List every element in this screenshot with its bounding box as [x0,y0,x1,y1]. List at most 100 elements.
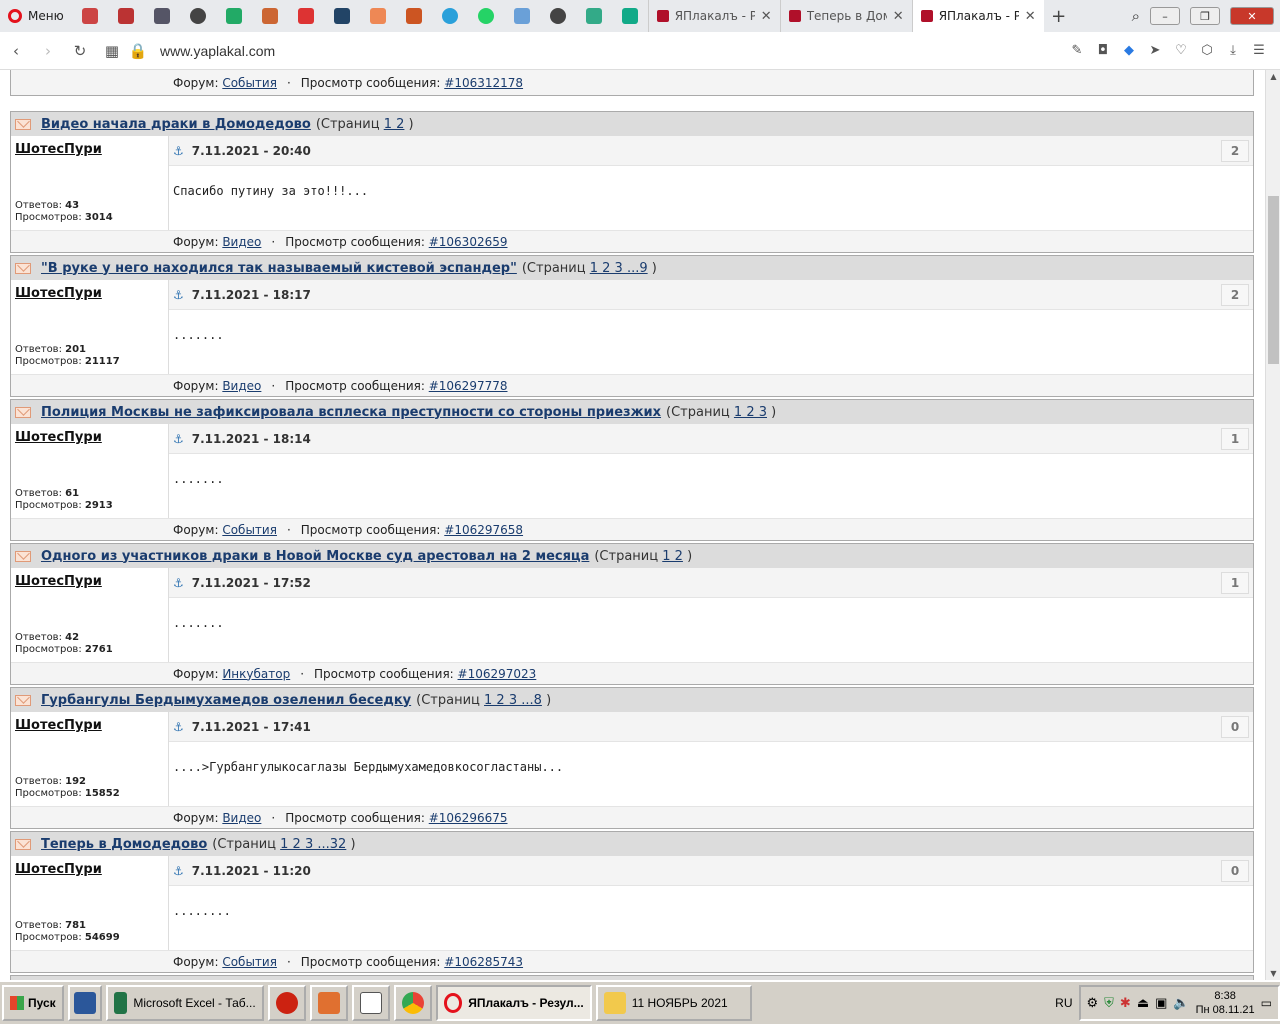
globe-icon[interactable] [549,8,566,24]
page-links[interactable]: 1 2 3 ...32 [280,837,346,852]
start-button[interactable]: Пуск [2,985,64,1021]
tab-yaplakal-results-active[interactable]: ЯПлакалъ - Рез ✕ [911,0,1044,32]
page-links[interactable]: 1 2 3 ...9 [590,261,648,276]
message-id-link[interactable]: #106297658 [444,523,523,537]
post-title-link[interactable]: "В руке у него находился так называемый … [41,261,517,276]
anchor-icon[interactable]: ⚓ [173,720,184,734]
post-title-link[interactable]: Видео начала драки в Домодедово [41,117,311,132]
author-link[interactable]: ШотесПури [15,286,164,301]
taskbar-item-folder[interactable]: 11 НОЯБРЬ 2021 [595,985,752,1021]
message-id-link[interactable]: #106296675 [429,811,508,825]
volume-icon[interactable]: 🔈 [1173,995,1189,1011]
forum-link[interactable]: События [222,523,277,537]
anchor-icon[interactable]: ⚓ [173,576,184,590]
sync-icon[interactable]: ✱ [1120,995,1131,1011]
language-indicator[interactable]: RU [1055,996,1072,1010]
anchor-icon[interactable]: ⚓ [173,864,184,878]
taskbar-item-excel[interactable]: Microsoft Excel - Таб... [105,985,264,1021]
forward-icon[interactable]: › [32,42,64,60]
taskbar-app-button[interactable] [309,985,348,1021]
chrome-app-button[interactable] [393,985,432,1021]
page-links[interactable]: 1 2 3 ...8 [484,693,542,708]
message-id-link[interactable]: #106302659 [429,235,508,249]
page-links[interactable]: 1 2 [662,549,683,564]
word-app-button[interactable] [67,985,102,1021]
calendar-icon[interactable] [81,8,98,24]
emblem-icon[interactable] [261,8,278,24]
message-id-link[interactable]: #106312178 [444,76,523,90]
back-icon[interactable]: ‹ [0,42,32,60]
camera-icon[interactable]: ◘ [1096,43,1110,58]
calculator-icon[interactable] [153,8,170,24]
message-id-link[interactable]: #106285743 [444,955,523,969]
new-tab-icon[interactable]: + [1044,6,1074,27]
forum-link[interactable]: Видео [222,235,261,249]
vertical-scrollbar[interactable]: ▲ ▼ [1265,70,1280,980]
close-window-button[interactable]: ✕ [1230,7,1274,25]
forum-link[interactable]: События [222,76,277,90]
page-links[interactable]: 1 2 [384,117,405,132]
forum-link[interactable]: Инкубатор [222,667,290,681]
heart-icon[interactable]: ♡ [1174,43,1188,58]
author-link[interactable]: ШотесПури [15,718,164,733]
close-tab-icon[interactable]: ✕ [893,9,904,24]
post-title-link[interactable]: Гурбангулы Бердымухамедов озеленил бесед… [41,693,411,708]
forum-link[interactable]: События [222,955,277,969]
mail-icon[interactable] [333,8,350,24]
shop-icon[interactable] [369,8,386,24]
author-link[interactable]: ШотесПури [15,142,164,157]
stack-icon[interactable] [621,8,638,24]
network-icon[interactable]: ⚙ [1087,995,1099,1011]
whatsapp-icon[interactable] [477,8,494,24]
reload-icon[interactable]: ↻ [64,42,96,60]
minimize-button[interactable]: – [1150,7,1180,25]
easy-setup-icon[interactable]: ☰ [1252,43,1266,58]
clock[interactable]: 8:38 Пн 08.11.21 [1196,989,1255,1017]
post-title-link[interactable]: Одного из участников драки в Новой Москв… [41,549,589,564]
send-icon[interactable]: ➤ [1148,43,1162,58]
scroll-up-icon[interactable]: ▲ [1266,72,1280,81]
forum-link[interactable]: Видео [222,379,261,393]
emblem-icon[interactable] [225,8,242,24]
author-link[interactable]: ШотесПури [15,430,164,445]
telegram-icon[interactable] [441,8,458,24]
show-desktop-icon[interactable]: ▭ [1261,996,1272,1010]
post-title-link[interactable]: Теперь в Домодедово [41,837,207,852]
taskbar-item-opera[interactable]: ЯПлакалъ - Резул... [435,985,592,1021]
post-title-link[interactable]: Полиция Москвы не зафиксировала всплеска… [41,405,661,420]
download-icon[interactable]: ⤓ [1226,43,1240,58]
taskbar-app-button[interactable] [267,985,306,1021]
display-icon[interactable]: ▣ [1155,995,1167,1011]
safely-remove-icon[interactable]: ⏏ [1137,995,1149,1011]
globe-icon[interactable] [189,8,206,24]
chart-icon[interactable] [585,8,602,24]
tasks-icon[interactable] [513,8,530,24]
taskbar-app-button[interactable] [351,985,390,1021]
page-links[interactable]: 1 2 3 [734,405,767,420]
antivirus-icon[interactable]: ⛨ [1104,995,1114,1011]
vpn-shield-icon[interactable]: ◆ [1122,43,1136,58]
tab-domodedovo[interactable]: Теперь в Домо ✕ [779,0,912,32]
message-id-link[interactable]: #106297023 [458,667,537,681]
emblem-icon[interactable] [405,8,422,24]
close-tab-icon[interactable]: ✕ [1025,9,1036,24]
url-field[interactable]: www.yaplakal.com [160,43,275,59]
scroll-down-icon[interactable]: ▼ [1266,969,1280,978]
restore-button[interactable]: ❐ [1190,7,1220,25]
tab-yaplakal-results-1[interactable]: ЯПлакалъ - Рез ✕ [647,0,780,32]
cinema-icon[interactable] [297,8,314,24]
opera-menu-button[interactable]: Меню [0,0,72,32]
cube-icon[interactable]: ⬡ [1200,43,1214,58]
author-link[interactable]: ШотесПури [15,574,164,589]
calendar-icon[interactable] [117,8,134,24]
edit-icon[interactable]: ✎ [1070,43,1084,58]
message-id-link[interactable]: #106297778 [429,379,508,393]
author-link[interactable]: ШотесПури [15,862,164,877]
anchor-icon[interactable]: ⚓ [173,432,184,446]
anchor-icon[interactable]: ⚓ [173,144,184,158]
forum-link[interactable]: Видео [222,811,261,825]
scrollbar-thumb[interactable] [1268,196,1279,364]
anchor-icon[interactable]: ⚓ [173,288,184,302]
tabs-grid-icon[interactable]: ▦ [96,42,128,60]
search-tabs-icon[interactable]: ⌕ [1132,7,1140,25]
